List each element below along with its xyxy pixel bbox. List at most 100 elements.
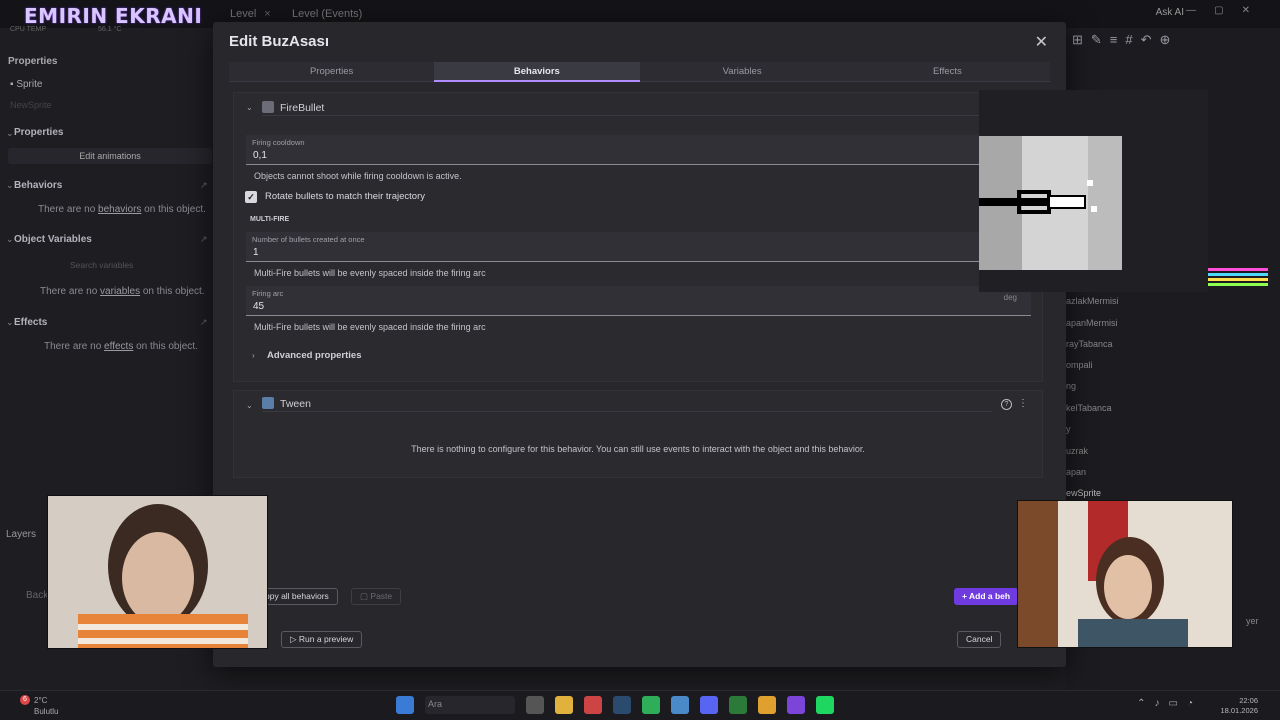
chrome-icon[interactable] [758,696,776,714]
bullets-count-field[interactable]: Number of bullets created at once 1 [246,232,1031,262]
whatsapp-icon[interactable] [642,696,660,714]
tab-level-label: Level [230,8,257,20]
dialog-title: Edit BuzAsası [229,33,330,50]
effects-link[interactable]: effects [104,341,133,352]
object-list-item[interactable]: rayTabanca [1066,339,1113,349]
more-options-icon[interactable]: ⋮ [1018,398,1028,409]
bullets-help-text: Multi-Fire bullets will be evenly spaced… [254,268,486,278]
tween-header: Tween [262,397,311,410]
variables-section-label: Object Variables [14,234,92,245]
object-list-item[interactable]: azlakMermisi [1066,296,1119,306]
open-external-icon[interactable]: ↗ [200,180,208,191]
color-bars [1208,268,1268,286]
effects-empty-text: There are no effects on this object. [44,341,198,352]
window-controls[interactable]: —▢✕ [1186,5,1268,16]
tab-variables[interactable]: Variables [639,62,845,82]
firing-arc-input[interactable]: 45 [253,301,264,312]
object-list-item[interactable]: apan [1066,467,1086,477]
object-list-item[interactable]: ompali [1066,360,1093,370]
edit-animations-button[interactable]: Edit animations [8,148,212,164]
tab-level[interactable]: Level × [230,8,271,20]
webcam-left [47,495,268,649]
cooldown-help-text: Objects cannot shoot while firing cooldo… [254,171,462,181]
object-list-item[interactable]: kelTabanca [1066,403,1112,413]
open-external-icon[interactable]: ↗ [200,317,208,328]
chevron-down-icon[interactable]: ⌄ [6,234,14,245]
chevron-down-icon[interactable]: ⌄ [246,103,253,112]
empty-text-post: on this object. [133,341,198,352]
rotate-bullets-label[interactable]: Rotate bullets to match their trajectory [265,191,425,202]
settings-icon[interactable] [671,696,689,714]
time: 22:06 [1239,696,1258,705]
copy-all-behaviors-button[interactable]: opy all behaviors [260,588,338,605]
bullets-count-input[interactable]: 1 [253,247,259,258]
sprite-icon: ▪ [10,79,14,90]
firing-cooldown-input[interactable]: 0,1 [253,150,267,161]
object-name-field[interactable]: NewSprite [10,100,52,110]
tab-properties[interactable]: Properties [229,62,435,82]
help-icon[interactable]: ? [1001,399,1012,410]
run-preview-label: Run a preview [298,634,354,644]
notification-badge: 6 [20,695,30,705]
weather-desc: Bulutlu [34,707,59,716]
steam-icon[interactable] [613,696,631,714]
firing-cooldown-field[interactable]: Firing cooldown 0,1 [246,135,1031,165]
tab-behaviors[interactable]: Behaviors [434,62,640,82]
firing-arc-field[interactable]: Firing arc 45 deg [246,286,1031,316]
object-list-item[interactable]: ng [1066,381,1076,391]
ask-ai-button[interactable]: Ask AI [1156,7,1184,18]
close-icon[interactable]: ✕ [1035,32,1048,52]
close-icon[interactable]: × [264,8,270,20]
variables-empty-text: There are no variables on this object. [40,286,205,297]
person-image [1018,501,1232,647]
search-variables-input[interactable]: Search variables [70,260,133,270]
tab-effects[interactable]: Effects [844,62,1050,82]
cpu-temp-value: 56.1 °C [98,26,122,33]
firebullet-behavior-card: ⌄ FireBullet Firing cooldown 0,1 Objects… [233,92,1043,382]
system-tray[interactable]: ⌃♪▭◔ [1137,698,1202,709]
sprite-thumbnail [979,136,1122,270]
rotate-bullets-checkbox[interactable]: ✓ [245,191,257,203]
chevron-right-icon[interactable]: › [252,351,255,360]
toolbar-icons[interactable]: ⊞✎≡#↶⊕ [1072,32,1178,48]
object-list-item[interactable]: uzrak [1066,446,1088,456]
gdevelop-icon[interactable] [787,696,805,714]
cancel-button[interactable]: Cancel [957,631,1002,648]
add-behavior-button[interactable]: + Add a beh [954,588,1019,605]
chevron-down-icon[interactable]: ⌄ [246,401,253,410]
discord-icon[interactable] [700,696,718,714]
chevron-down-icon[interactable]: ⌄ [6,317,14,328]
variables-link[interactable]: variables [100,286,140,297]
object-type: ▪ Sprite [10,79,42,90]
chevron-down-icon[interactable]: ⌄ [6,128,14,139]
properties-section-label: Properties [14,127,64,138]
tab-level-events[interactable]: Level (Events) [292,8,362,20]
play-icon: ▷ [290,634,297,644]
file-explorer-icon[interactable] [555,696,573,714]
object-list-item[interactable]: ewSprite [1066,488,1101,498]
tab-level-events-label: Level (Events) [292,8,363,20]
plus-icon: + [962,591,967,601]
behaviors-link[interactable]: behaviors [98,204,141,215]
chevron-down-icon[interactable]: ⌄ [6,180,14,191]
advanced-properties-toggle[interactable]: Advanced properties [267,350,362,361]
object-list-item[interactable]: y [1066,424,1071,434]
add-layer-button[interactable]: yer [1246,616,1259,626]
paste-button[interactable]: ▢ Paste [351,588,402,605]
opera-icon[interactable] [584,696,602,714]
task-view-icon[interactable] [526,696,544,714]
paste-label: Paste [370,591,393,601]
start-icon[interactable] [396,696,414,714]
clock[interactable]: 22:06 18.01.2026 [1220,696,1258,716]
effects-section-label: Effects [14,317,48,328]
object-list-item[interactable]: apanMermisi [1066,318,1118,328]
app-icon[interactable] [729,696,747,714]
cpu-temp-label: CPU TEMP [10,26,47,33]
divider [262,115,1022,116]
behaviors-empty-text: There are no behaviors on this object. [38,204,206,215]
spotify-icon[interactable] [816,696,834,714]
weather-widget[interactable]: 2°C Bulutlu [34,695,58,717]
background-layer-label[interactable]: Back [26,590,48,601]
open-external-icon[interactable]: ↗ [200,234,208,245]
run-preview-button[interactable]: ▷ Run a preview [281,631,363,648]
